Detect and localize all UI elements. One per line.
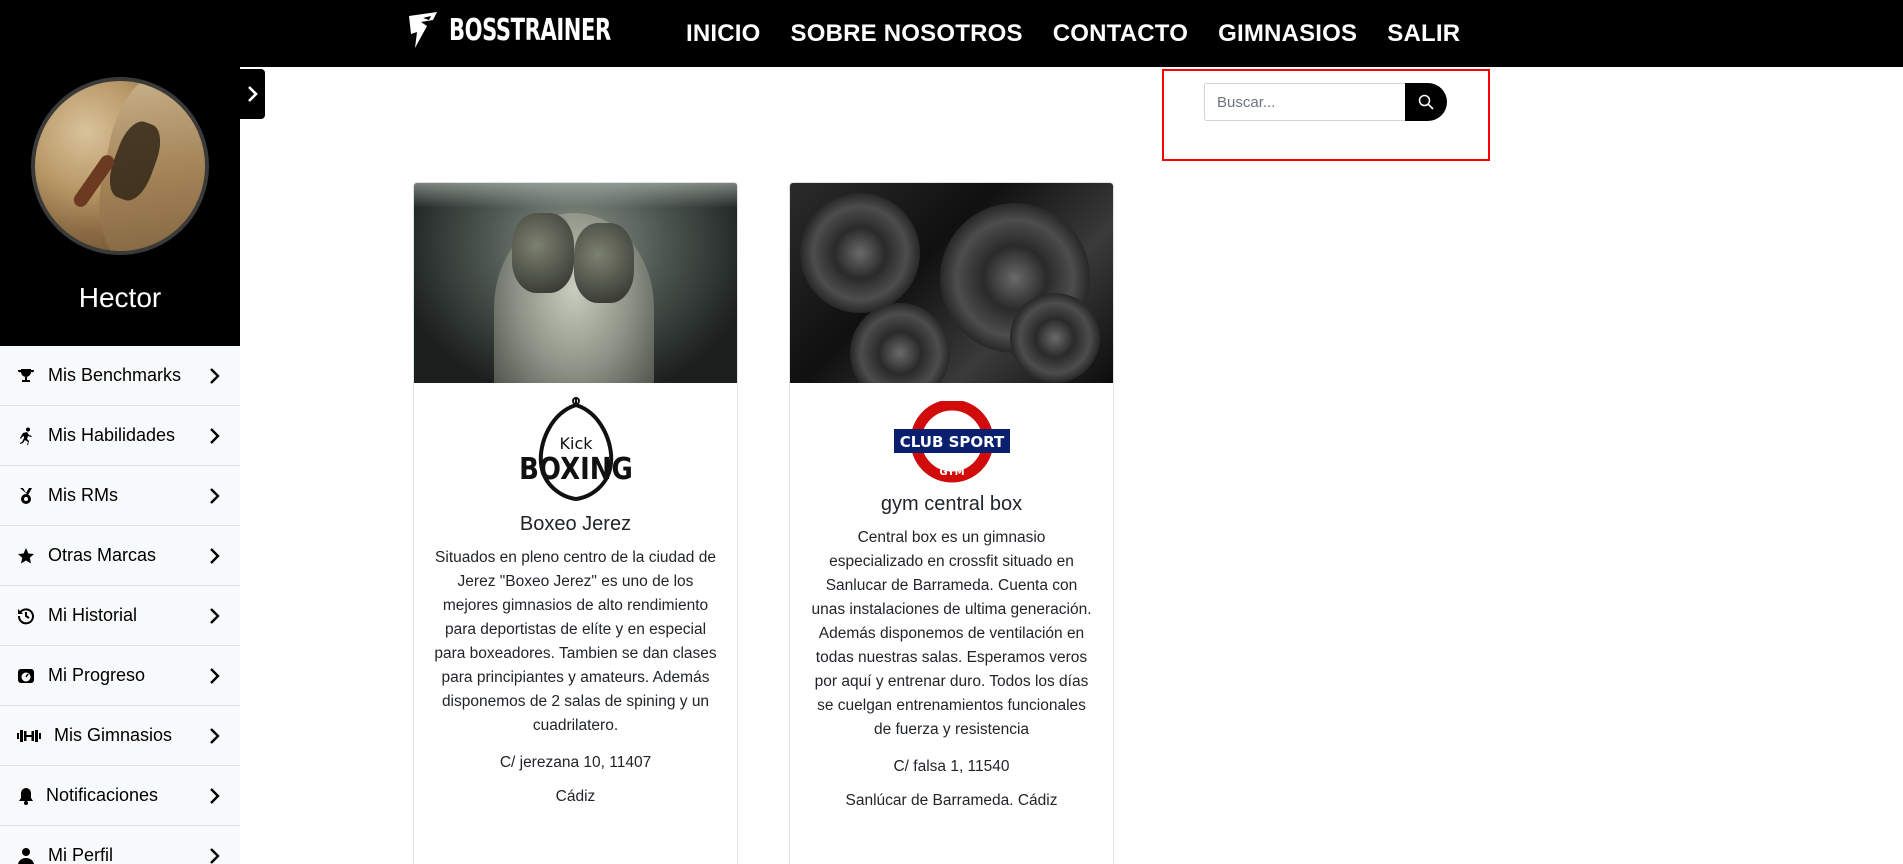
sidebar-item-label: Mis Gimnasios [54, 725, 173, 745]
nav-gimnasios[interactable]: GIMNASIOS [1218, 20, 1357, 48]
chevron-right-icon [210, 788, 220, 804]
gym-card[interactable]: CLUB SPORT GYM gym central box Central b… [789, 182, 1114, 864]
username: Hector [78, 282, 162, 313]
gym-card-image [790, 183, 1113, 383]
sidebar-item-rms[interactable]: Mis RMs [0, 466, 240, 526]
sidebar-toggle-button[interactable] [240, 69, 265, 119]
gym-description: Situados en pleno centro de la ciudad de… [434, 549, 717, 734]
progress-icon [16, 666, 36, 686]
brand-logo[interactable]: BOSSTRAINER [407, 8, 656, 52]
sidebar-item-label: Otras Marcas [48, 545, 157, 565]
sidebar-item-otras-marcas[interactable]: Otras Marcas [0, 526, 240, 586]
top-navbar: BOSSTRAINER INICIO SOBRE NOSOTROS CONTAC… [0, 0, 1903, 67]
nav-contacto[interactable]: CONTACTO [1053, 20, 1188, 48]
search-input[interactable] [1204, 83, 1406, 121]
gym-address: C/ falsa 1, 11540 [893, 758, 1010, 775]
bosstrainer-logo-icon [409, 12, 437, 48]
sidebar-item-notificaciones[interactable]: Notificaciones [0, 766, 240, 826]
running-icon [16, 426, 36, 446]
medal-icon [16, 486, 36, 506]
gym-logo-text: BOXING [521, 452, 631, 487]
gym-name: gym central box [880, 493, 1023, 515]
sidebar-item-label: Mi Historial [48, 605, 138, 625]
chevron-right-icon [210, 548, 220, 564]
sidebar-item-label: Mi Perfil [48, 845, 114, 864]
profile-header: Hector [0, 67, 240, 346]
main-nav: INICIO SOBRE NOSOTROS CONTACTO GIMNASIOS… [686, 0, 1490, 67]
bell-icon [16, 786, 36, 806]
sidebar-item-habilidades[interactable]: Mis Habilidades [0, 406, 240, 466]
gym-logo: CLUB SPORT GYM [790, 383, 1113, 493]
brand-name: BOSSTRAINER [449, 12, 611, 48]
search-button[interactable] [1405, 83, 1447, 121]
nav-inicio[interactable]: INICIO [686, 20, 761, 48]
gym-card[interactable]: Kick BOXING Boxeo Jerez Situados en plen… [413, 182, 738, 864]
chevron-right-icon [210, 428, 220, 444]
chevron-right-icon [247, 86, 258, 102]
sidebar-item-historial[interactable]: Mi Historial [0, 586, 240, 646]
gym-logo-text: CLUB SPORT [899, 433, 1004, 451]
gym-description: Central box es un gimnasio especializado… [811, 529, 1092, 738]
chevron-right-icon [210, 668, 220, 684]
gym-name: Boxeo Jerez [519, 513, 632, 535]
chevron-right-icon [210, 728, 220, 744]
nav-salir[interactable]: SALIR [1387, 20, 1460, 48]
sidebar-item-label: Mis Habilidades [48, 425, 176, 445]
gym-address: C/ jerezana 10, 11407 [499, 754, 652, 771]
gym-card-image [414, 183, 737, 383]
gym-city: Sanlúcar de Barrameda. Cádiz [845, 792, 1058, 809]
gym-logo-text-top: Kick [559, 434, 593, 453]
sidebar-item-benchmarks[interactable]: Mis Benchmarks [0, 346, 240, 406]
nav-sobre-nosotros[interactable]: SOBRE NOSOTROS [791, 20, 1023, 48]
sidebar-item-label: Notificaciones [46, 785, 159, 805]
dumbbell-icon [16, 726, 42, 746]
chevron-right-icon [210, 608, 220, 624]
sidebar-item-gimnasios[interactable]: Mis Gimnasios [0, 706, 240, 766]
gym-logo: Kick BOXING [414, 383, 737, 513]
chevron-right-icon [210, 368, 220, 384]
trophy-icon [16, 366, 36, 386]
gym-city: Cádiz [555, 788, 596, 805]
sidebar-item-label: Mis RMs [48, 485, 118, 505]
sidebar: Hector Mis Benchmarks Mis Habilidades Mi… [0, 67, 240, 864]
sidebar-item-perfil[interactable]: Mi Perfil [0, 826, 240, 864]
chevron-right-icon [210, 848, 220, 864]
sidebar-item-label: Mi Progreso [48, 665, 146, 685]
sidebar-item-progreso[interactable]: Mi Progreso [0, 646, 240, 706]
avatar [31, 77, 209, 255]
sidebar-item-label: Mis Benchmarks [48, 365, 182, 385]
chevron-right-icon [210, 488, 220, 504]
user-icon [16, 846, 36, 864]
star-icon [16, 546, 36, 566]
gym-logo-text-bottom: GYM [939, 467, 964, 478]
history-icon [16, 606, 36, 626]
search-icon [1418, 94, 1434, 110]
